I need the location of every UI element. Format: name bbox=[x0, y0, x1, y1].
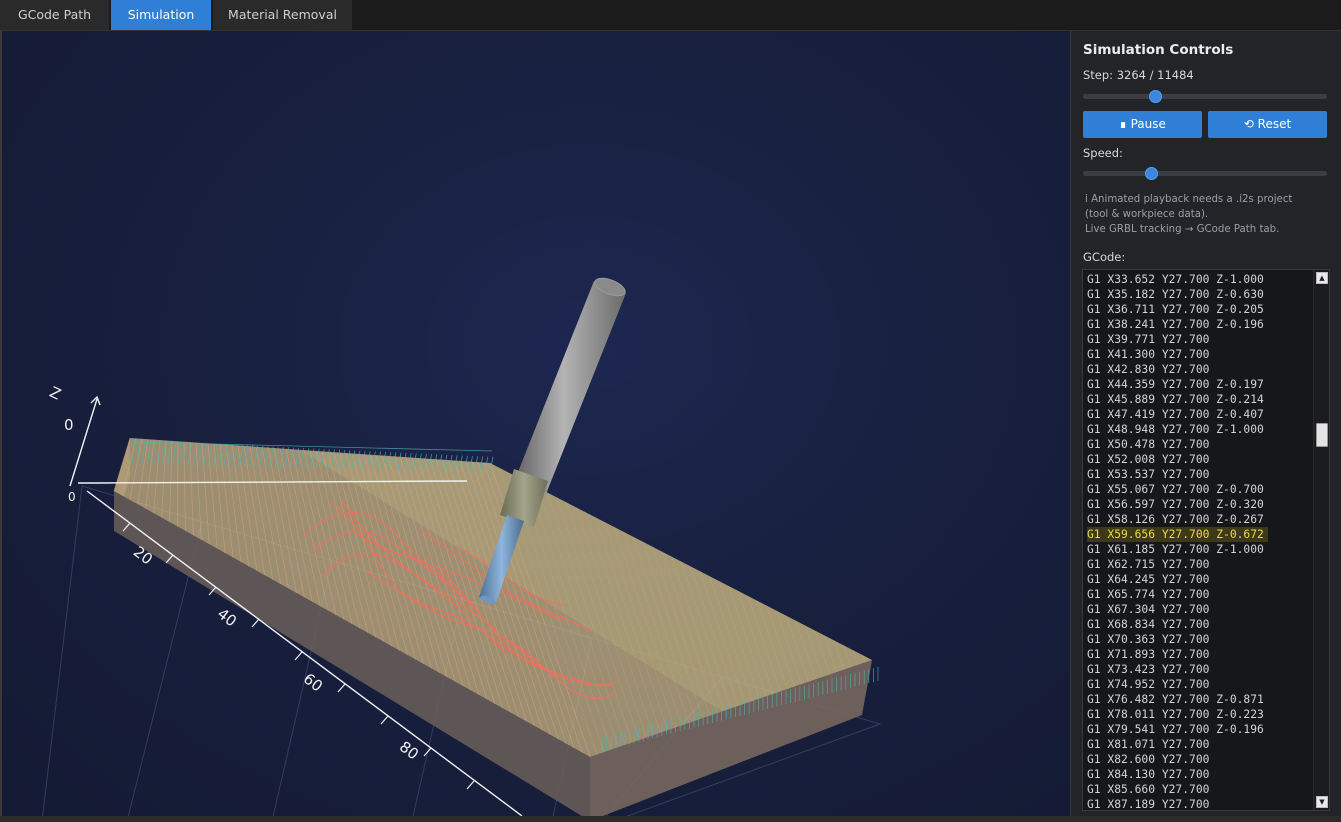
pause-button[interactable]: ∎ Pause bbox=[1083, 111, 1202, 138]
gcode-line[interactable]: G1 X78.011 Y27.700 Z-0.223 bbox=[1087, 707, 1268, 722]
gcode-line[interactable]: G1 X71.893 Y27.700 bbox=[1087, 647, 1268, 662]
tool-shaft bbox=[512, 281, 626, 499]
tab-simulation[interactable]: Simulation bbox=[111, 0, 212, 30]
info-line: Live GRBL tracking → GCode Path tab. bbox=[1085, 224, 1280, 235]
gcode-line[interactable]: G1 X55.067 Y27.700 Z-0.700 bbox=[1087, 482, 1268, 497]
info-line: i Animated playback needs a .i2s project bbox=[1085, 194, 1293, 205]
speed-label: Speed: bbox=[1083, 146, 1123, 160]
gcode-line[interactable]: G1 X73.423 Y27.700 bbox=[1087, 662, 1268, 677]
axis-label-origin: 0 bbox=[68, 490, 76, 504]
gcode-line[interactable]: G1 X64.245 Y27.700 bbox=[1087, 572, 1268, 587]
reset-button[interactable]: ⟲ Reset bbox=[1208, 111, 1327, 138]
step-slider[interactable] bbox=[1083, 90, 1327, 103]
axis-label-z: Z bbox=[47, 383, 64, 404]
gcode-line[interactable]: G1 X52.008 Y27.700 bbox=[1087, 452, 1268, 467]
info-note: i Animated playback needs a .i2s project… bbox=[1085, 192, 1335, 237]
gcode-line[interactable]: G1 X79.541 Y27.700 Z-0.196 bbox=[1087, 722, 1268, 737]
gcode-line[interactable]: G1 X39.771 Y27.700 bbox=[1087, 332, 1268, 347]
gcode-line[interactable]: G1 X48.948 Y27.700 Z-1.000 bbox=[1087, 422, 1268, 437]
gcode-line[interactable]: G1 X50.478 Y27.700 bbox=[1087, 437, 1268, 452]
x-tick-label-60: 60 bbox=[300, 670, 326, 696]
simulation-viewport[interactable]: Z 0 0 20 40 60 80 bbox=[0, 31, 1070, 816]
gcode-line[interactable]: G1 X38.241 Y27.700 Z-0.196 bbox=[1087, 317, 1268, 332]
gcode-line[interactable]: G1 X87.189 Y27.700 bbox=[1087, 797, 1268, 810]
gcode-line[interactable]: G1 X36.711 Y27.700 Z-0.205 bbox=[1087, 302, 1268, 317]
gcode-line[interactable]: G1 X82.600 Y27.700 bbox=[1087, 752, 1268, 767]
gcode-line[interactable]: G1 X62.715 Y27.700 bbox=[1087, 557, 1268, 572]
gcode-scrollbar[interactable]: ▲ ▼ bbox=[1313, 270, 1329, 810]
x-tick-label-80: 80 bbox=[396, 738, 422, 764]
gcode-line[interactable]: G1 X74.952 Y27.700 bbox=[1087, 677, 1268, 692]
status-strip bbox=[0, 816, 1341, 822]
gcode-line[interactable]: G1 X76.482 Y27.700 Z-0.871 bbox=[1087, 692, 1268, 707]
gcode-line[interactable]: G1 X35.182 Y27.700 Z-0.630 bbox=[1087, 287, 1268, 302]
gcode-line[interactable]: G1 X84.130 Y27.700 bbox=[1087, 767, 1268, 782]
gcode-line[interactable]: G1 X42.830 Y27.700 bbox=[1087, 362, 1268, 377]
scrollbar-thumb[interactable] bbox=[1316, 423, 1328, 447]
x-tick-label-40: 40 bbox=[214, 605, 240, 631]
gcode-line-current[interactable]: G1 X59.656 Y27.700 Z-0.672 bbox=[1087, 527, 1268, 542]
speed-slider[interactable] bbox=[1083, 167, 1327, 180]
step-label: Step: 3264 / 11484 bbox=[1083, 68, 1194, 82]
step-slider-thumb[interactable] bbox=[1148, 90, 1162, 103]
gcode-line[interactable]: G1 X81.071 Y27.700 bbox=[1087, 737, 1268, 752]
gcode-line[interactable]: G1 X70.363 Y27.700 bbox=[1087, 632, 1268, 647]
scene-3d: Z 0 0 20 40 60 80 bbox=[42, 277, 882, 816]
axis-label-z-zero: 0 bbox=[64, 416, 74, 434]
gcode-line[interactable]: G1 X61.185 Y27.700 Z-1.000 bbox=[1087, 542, 1268, 557]
gcode-line[interactable]: G1 X53.537 Y27.700 bbox=[1087, 467, 1268, 482]
gcode-line[interactable]: G1 X68.834 Y27.700 bbox=[1087, 617, 1268, 632]
gcode-line[interactable]: G1 X47.419 Y27.700 Z-0.407 bbox=[1087, 407, 1268, 422]
gcode-line[interactable]: G1 X33.652 Y27.700 Z-1.000 bbox=[1087, 272, 1268, 287]
tab-gcode-path[interactable]: GCode Path bbox=[0, 0, 110, 30]
scroll-down-icon[interactable]: ▼ bbox=[1316, 796, 1328, 808]
simulation-controls-panel: Simulation Controls Step: 3264 / 11484 ∎… bbox=[1070, 31, 1341, 816]
gcode-line[interactable]: G1 X45.889 Y27.700 Z-0.214 bbox=[1087, 392, 1268, 407]
gcode-line[interactable]: G1 X56.597 Y27.700 Z-0.320 bbox=[1087, 497, 1268, 512]
scroll-up-icon[interactable]: ▲ bbox=[1316, 272, 1328, 284]
gcode-line[interactable]: G1 X41.300 Y27.700 bbox=[1087, 347, 1268, 362]
gcode-label: GCode: bbox=[1083, 250, 1126, 264]
gcode-line[interactable]: G1 X44.359 Y27.700 Z-0.197 bbox=[1087, 377, 1268, 392]
gcode-line[interactable]: G1 X58.126 Y27.700 Z-0.267 bbox=[1087, 512, 1268, 527]
gcode-line[interactable]: G1 X85.660 Y27.700 bbox=[1087, 782, 1268, 797]
tab-bar: GCode Path Simulation Material Removal bbox=[0, 0, 1341, 31]
panel-title: Simulation Controls bbox=[1083, 42, 1234, 58]
speed-slider-thumb[interactable] bbox=[1145, 167, 1159, 180]
tab-material-removal[interactable]: Material Removal bbox=[213, 0, 353, 30]
info-line: (tool & workpiece data). bbox=[1085, 209, 1209, 220]
gcode-lines: G1 X33.652 Y27.700 Z-1.000 G1 X35.182 Y27… bbox=[1087, 272, 1268, 810]
gcode-line[interactable]: G1 X65.774 Y27.700 bbox=[1087, 587, 1268, 602]
gcode-line[interactable]: G1 X67.304 Y27.700 bbox=[1087, 602, 1268, 617]
gcode-listing[interactable]: G1 X33.652 Y27.700 Z-1.000 G1 X35.182 Y27… bbox=[1082, 269, 1330, 811]
